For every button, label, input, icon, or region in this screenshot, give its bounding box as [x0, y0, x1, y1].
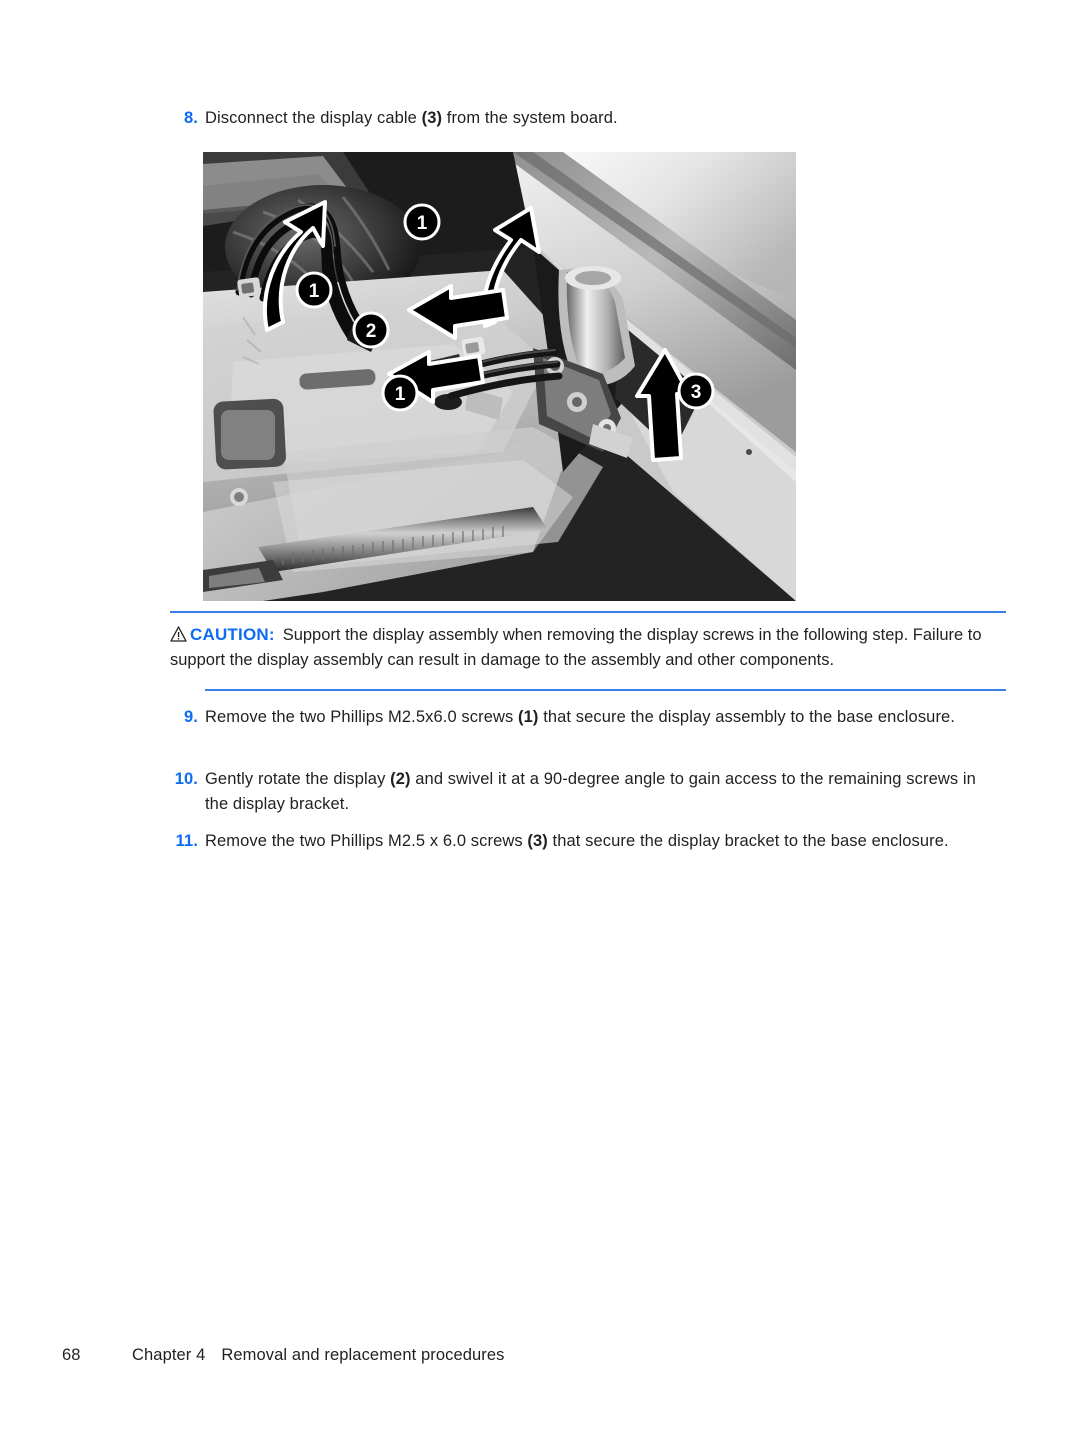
- page-footer: 68 Chapter 4 Removal and replacement proce…: [62, 1346, 505, 1365]
- step-callout-ref: (3): [527, 832, 548, 850]
- caution-bottom-rule: [205, 689, 1006, 691]
- step-text-after: from the system board.: [442, 109, 618, 127]
- step-callout-ref: (1): [518, 708, 539, 726]
- caution-body: CAUTION: Support the display assembly whe…: [170, 622, 1006, 673]
- step-text: Disconnect the display cable (3) from th…: [205, 106, 980, 131]
- footer-title: Removal and replacement procedures: [221, 1346, 505, 1364]
- step-item-11: 11. Remove the two Phillips M2.5 x 6.0 s…: [160, 829, 980, 854]
- svg-text:1: 1: [395, 384, 406, 405]
- caution-note: CAUTION: Support the display assembly whe…: [170, 611, 1006, 673]
- footer-chapter: Chapter 4: [132, 1346, 206, 1364]
- document-page: 8. Disconnect the display cable (3) from…: [0, 0, 1080, 1437]
- footer-page-number: 68: [62, 1346, 81, 1364]
- step-item-10: 10. Gently rotate the display (2) and sw…: [160, 767, 980, 817]
- svg-text:1: 1: [309, 281, 320, 302]
- step-number: 9.: [184, 708, 198, 726]
- step-number: 8.: [184, 109, 198, 127]
- step-callout-ref: (3): [421, 109, 443, 127]
- caution-text: Support the display assembly when removi…: [170, 626, 982, 669]
- step-text-after: that secure the display bracket to the b…: [547, 832, 949, 850]
- step-item-9: 9. Remove the two Phillips M2.5x6.0 scre…: [160, 705, 980, 730]
- svg-text:3: 3: [691, 382, 702, 403]
- step-text: Remove the two Phillips M2.5 x 6.0 screw…: [205, 829, 980, 854]
- step-text-before: Remove the two Phillips M2.5 x 6.0 screw…: [205, 832, 528, 850]
- step-text-before: Gently rotate the display: [205, 770, 391, 788]
- step-number: 11.: [175, 832, 198, 850]
- display-cable-and-bracket-photo: 1 1 2 1 3: [203, 152, 796, 601]
- step-item-8: 8. Disconnect the display cable (3) from…: [160, 106, 980, 131]
- step-callout-ref: (2): [390, 770, 411, 788]
- step-text: Gently rotate the display (2) and swivel…: [205, 767, 980, 817]
- step-text-before: Remove the two Phillips M2.5x6.0 screws: [205, 708, 519, 726]
- step-text-before: Disconnect the display cable: [205, 109, 422, 127]
- warning-triangle-icon: [170, 625, 187, 642]
- step-text-after: that secure the display assembly to the …: [538, 708, 956, 726]
- svg-text:1: 1: [417, 213, 428, 234]
- caution-label: CAUTION:: [190, 625, 275, 644]
- svg-text:2: 2: [366, 321, 377, 342]
- step-number: 10.: [174, 770, 198, 788]
- step-text: Remove the two Phillips M2.5x6.0 screws …: [205, 705, 980, 730]
